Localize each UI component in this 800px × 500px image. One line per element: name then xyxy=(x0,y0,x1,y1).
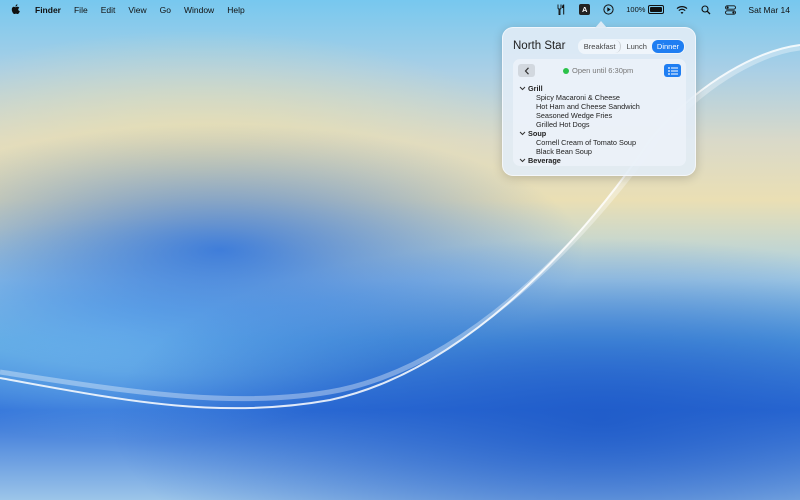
battery-percent: 100% xyxy=(626,5,646,14)
category-label: Beverage xyxy=(528,156,561,165)
menu-window[interactable]: Window xyxy=(184,5,214,15)
menu-file[interactable]: File xyxy=(74,5,88,15)
menu-edit[interactable]: Edit xyxy=(101,5,116,15)
menu-bar: Finder File Edit View Go Window Help A 1… xyxy=(0,0,800,19)
back-button[interactable] xyxy=(518,64,535,77)
menu-list: Grill Spicy Macaroni & Cheese Hot Ham an… xyxy=(519,84,682,165)
battery-icon xyxy=(648,5,665,14)
chevron-left-icon xyxy=(524,66,529,75)
menu-view[interactable]: View xyxy=(128,5,146,15)
menu-help[interactable]: Help xyxy=(227,5,244,15)
fork-knife-icon[interactable] xyxy=(555,4,567,16)
popover-title: North Star xyxy=(513,40,566,52)
play-circle-icon[interactable] xyxy=(602,4,614,16)
category-soup[interactable]: Soup xyxy=(519,129,682,138)
search-icon[interactable] xyxy=(700,4,712,16)
input-source-badge[interactable]: A xyxy=(579,4,591,15)
menu-panel: Open until 6:30pm Grill Spicy Macaroni &… xyxy=(513,59,686,166)
list-item: Spicy Macaroni & Cheese xyxy=(536,93,620,102)
category-label: Soup xyxy=(528,129,547,138)
app-name-menu[interactable]: Finder xyxy=(35,5,61,15)
list-view-button[interactable] xyxy=(664,64,681,77)
chevron-down-icon xyxy=(519,131,526,136)
menu-clock[interactable]: Sat Mar 14 xyxy=(748,5,790,15)
category-beverage[interactable]: Beverage xyxy=(519,156,682,165)
chevron-down-icon xyxy=(519,158,526,163)
list-item: Black Bean Soup xyxy=(536,147,592,156)
list-item: Hot Ham and Cheese Sandwich xyxy=(536,102,640,111)
battery-status[interactable]: 100% xyxy=(626,5,665,14)
apple-logo-icon[interactable] xyxy=(10,4,22,16)
chevron-down-icon xyxy=(519,86,526,91)
status-text: Open until 6:30pm xyxy=(572,66,634,75)
menu-go[interactable]: Go xyxy=(160,5,171,15)
open-status: Open until 6:30pm xyxy=(563,66,633,75)
list-item: Cornell Cream of Tomato Soup xyxy=(536,138,637,147)
segment-breakfast[interactable]: Breakfast xyxy=(579,39,622,53)
dining-popover: North Star Breakfast Lunch Dinner Open u… xyxy=(502,21,696,176)
segment-dinner[interactable]: Dinner xyxy=(651,39,684,53)
list-item: Seasoned Wedge Fries xyxy=(536,111,613,120)
control-center-icon[interactable] xyxy=(724,4,736,16)
category-grill[interactable]: Grill xyxy=(519,84,682,93)
list-item: Grilled Hot Dogs xyxy=(536,120,590,129)
meal-segmented-control: Breakfast Lunch Dinner xyxy=(577,38,685,54)
list-icon xyxy=(667,66,678,75)
segment-lunch[interactable]: Lunch xyxy=(621,40,651,53)
category-label: Grill xyxy=(528,84,543,93)
battery-level-fill xyxy=(650,7,663,12)
status-dot xyxy=(563,67,569,74)
wifi-icon[interactable] xyxy=(676,4,688,16)
popover-header: North Star Breakfast Lunch Dinner xyxy=(513,38,685,54)
